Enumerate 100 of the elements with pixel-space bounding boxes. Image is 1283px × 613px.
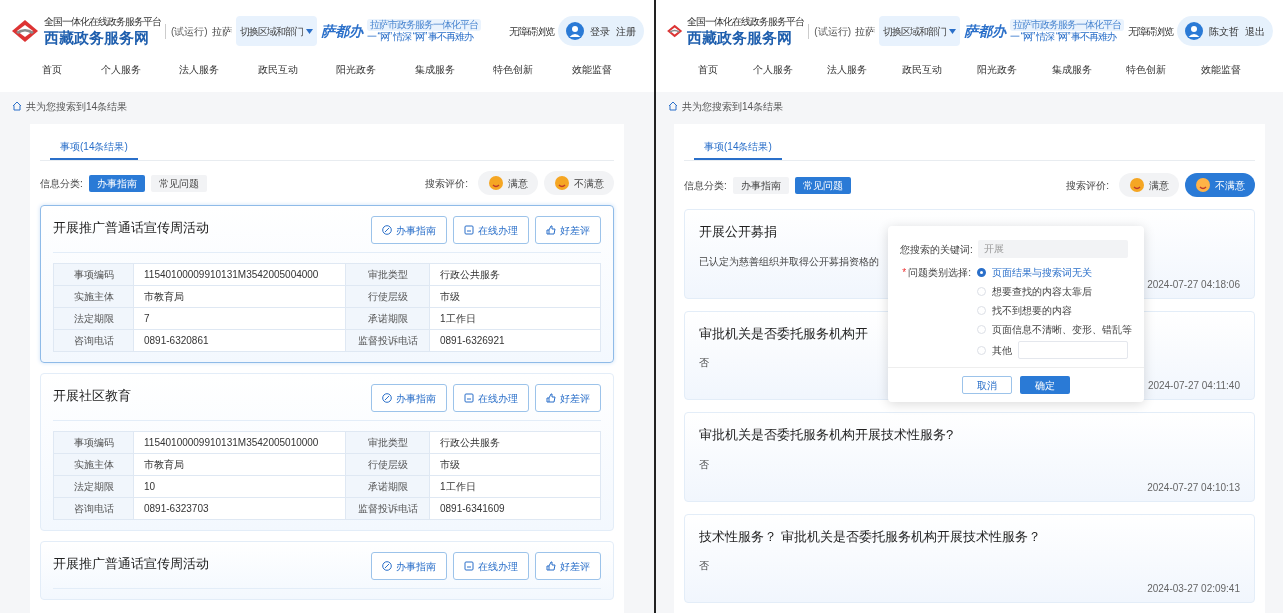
user-link[interactable]: 登录	[590, 23, 610, 39]
filter-label: 信息分类:	[684, 178, 727, 193]
user-link[interactable]: 注册	[616, 23, 636, 39]
faq-time: 2024-07-27 04:18:06	[1147, 277, 1240, 292]
faq-answer: 已认定为慈善组织并取得公开募捐资格的	[699, 254, 879, 269]
rating-button[interactable]: 不满意	[1185, 173, 1255, 197]
action-button[interactable]: 办事指南	[371, 384, 447, 412]
nav-link[interactable]: 个人服务	[752, 62, 793, 77]
accessibility-link[interactable]: 无障碍浏览	[1128, 23, 1173, 39]
result-card[interactable]: 开展推广普通话宣传周活动 办事指南 在线办理 好差评 事项编码 11540100009910131M3542005004000 审批类型 行政公共服务 实施主体 市教育局 行使层级 市级 法定期限 7 承诺期限 1工作日 咨询电话 0891-6320861 监督投诉电话 0891-6326921	[40, 205, 614, 363]
field-value: 市教育局	[134, 286, 346, 308]
radio-option[interactable]: 页面结果与搜索词无关	[977, 265, 1092, 280]
nav-link[interactable]: 个人服务	[100, 62, 141, 77]
field-value: 0891-6326921	[430, 330, 601, 352]
avatar-icon	[1185, 22, 1203, 40]
faq-answer: 否	[699, 457, 709, 472]
action-button[interactable]: 在线办理	[453, 216, 529, 244]
site-title: 西藏政务服务网	[687, 30, 794, 45]
result-title[interactable]: 开展推广普通话宣传周活动	[53, 554, 209, 574]
filter-chip[interactable]: 常见问题	[794, 176, 851, 194]
nav-link[interactable]: 首页	[42, 62, 62, 77]
action-button[interactable]: 办事指南	[371, 552, 447, 580]
field-label: 事项编码	[54, 264, 134, 286]
brand-logo: 萨都办	[964, 21, 1006, 41]
nav-link[interactable]: 政民互动	[257, 62, 298, 77]
action-button[interactable]: 好差评	[535, 216, 601, 244]
rating-button[interactable]: 不满意	[544, 171, 614, 195]
brand-logo: 萨都办	[320, 21, 363, 41]
nav-link[interactable]: 法人服务	[827, 62, 868, 77]
field-value: 11540100009910131M3542005010000	[134, 432, 346, 454]
field-value: 0891-6320861	[134, 330, 346, 352]
faq-time: 2024-03-27 02:09:41	[1147, 582, 1240, 596]
city-label: 拉萨	[211, 24, 232, 39]
dialog-button[interactable]: 取消	[962, 376, 1012, 394]
compass-icon	[382, 225, 392, 235]
action-button[interactable]: 好差评	[535, 384, 601, 412]
document-icon	[464, 225, 474, 235]
field-label: 承诺期限	[346, 476, 430, 498]
faq-answer: 否	[699, 356, 709, 370]
result-card[interactable]: 开展推广普通话宣传周活动 办事指南 在线办理 好差评	[40, 541, 614, 600]
nav-link[interactable]: 法人服务	[179, 62, 220, 77]
required-mark: *	[902, 266, 907, 280]
motto-text: 一 “网” 情深 “网” 事不再难办	[1010, 31, 1118, 44]
home-icon	[12, 101, 22, 111]
faq-title[interactable]: 开展公开募捐	[699, 222, 777, 242]
thumb-icon	[546, 393, 556, 403]
nav-link[interactable]: 效能监督	[571, 62, 612, 77]
user-link[interactable]: 陈文哲	[1209, 23, 1239, 39]
user-link[interactable]: 退出	[1245, 23, 1265, 39]
region-select[interactable]: 切换区域和部门	[235, 16, 317, 46]
radio-option[interactable]: 想要查找的内容太靠后	[977, 284, 1092, 299]
action-button[interactable]: 在线办理	[453, 552, 529, 580]
filter-label: 信息分类:	[40, 176, 83, 191]
field-value: 11540100009910131M3542005004000	[134, 264, 346, 286]
results-tab[interactable]: 事项(14条结果)	[694, 134, 782, 160]
rating-button[interactable]: 满意	[478, 171, 538, 195]
compass-icon	[382, 561, 392, 571]
faq-title[interactable]: 审批机关是否委托服务机构开	[699, 323, 868, 343]
field-label: 法定期限	[54, 308, 134, 330]
action-button[interactable]: 好差评	[535, 552, 601, 580]
nav-link[interactable]: 效能监督	[1200, 62, 1241, 77]
field-value: 7	[134, 308, 346, 330]
avatar-icon	[566, 22, 584, 40]
action-button[interactable]: 办事指南	[371, 216, 447, 244]
nav-link[interactable]: 政民互动	[902, 62, 943, 77]
filter-chip[interactable]: 常见问题	[150, 174, 207, 192]
trial-label: (试运行)	[808, 23, 851, 39]
emoji-icon	[554, 175, 570, 191]
nav-link[interactable]: 集成服务	[414, 62, 455, 77]
accessibility-link[interactable]: 无障碍浏览	[509, 23, 554, 39]
platform-name: 全国一体化在线政务服务平台	[687, 17, 805, 27]
caret-icon	[305, 28, 313, 34]
result-title[interactable]: 开展社区教育	[53, 386, 131, 406]
breadcrumb-text: 共为您搜索到14条结果	[26, 99, 128, 114]
filter-chip[interactable]: 办事指南	[88, 174, 145, 192]
faq-card[interactable]: 审批机关是否委托服务机构开展技术性服务? 否 2024-07-27 04:10:13	[684, 412, 1255, 502]
field-label: 实施主体	[54, 286, 134, 308]
nav-link[interactable]: 特色创新	[1126, 62, 1167, 77]
region-select[interactable]: 切换区域和部门	[879, 16, 960, 46]
result-title[interactable]: 开展推广普通话宣传周活动	[53, 218, 209, 238]
radio-option[interactable]: 页面信息不清晰、变形、错乱等	[977, 322, 1132, 337]
radio-option[interactable]: 其他	[977, 342, 1012, 358]
thumb-icon	[546, 561, 556, 571]
slogan-text: 拉萨市政务服务一体化平台	[366, 18, 481, 31]
action-button[interactable]: 在线办理	[453, 384, 529, 412]
nav-link[interactable]: 集成服务	[1051, 62, 1092, 77]
faq-title[interactable]: 审批机关是否委托服务机构开展技术性服务?	[699, 425, 954, 445]
results-tab[interactable]: 事项(14条结果)	[50, 134, 138, 160]
nav-link[interactable]: 阳光政务	[336, 62, 377, 77]
nav-link[interactable]: 特色创新	[493, 62, 534, 77]
rating-button[interactable]: 满意	[1119, 173, 1179, 197]
nav-link[interactable]: 阳光政务	[976, 62, 1017, 77]
other-field[interactable]	[1018, 341, 1128, 359]
filter-chip[interactable]: 办事指南	[732, 176, 789, 194]
result-card[interactable]: 开展社区教育 办事指南 在线办理 好差评 事项编码 11540100009910131M3542005010000 审批类型 行政公共服务 实施主体 市教育局 行使层级 市级 法定期限 10 承诺期限 1工作日 咨询电话 0891-6323703 监督投诉电话 0891-6341609	[40, 373, 614, 531]
nav-link[interactable]: 首页	[698, 62, 718, 77]
radio-option[interactable]: 找不到想要的内容	[977, 303, 1072, 318]
dialog-button[interactable]: 确定	[1020, 376, 1070, 394]
faq-card[interactable]: 技术性服务？ 审批机关是否委托服务机构开展技术性服务？ 否 2024-03-27 02:09:41	[684, 513, 1255, 603]
faq-title[interactable]: 技术性服务？ 审批机关是否委托服务机构开展技术性服务？	[699, 526, 1041, 546]
